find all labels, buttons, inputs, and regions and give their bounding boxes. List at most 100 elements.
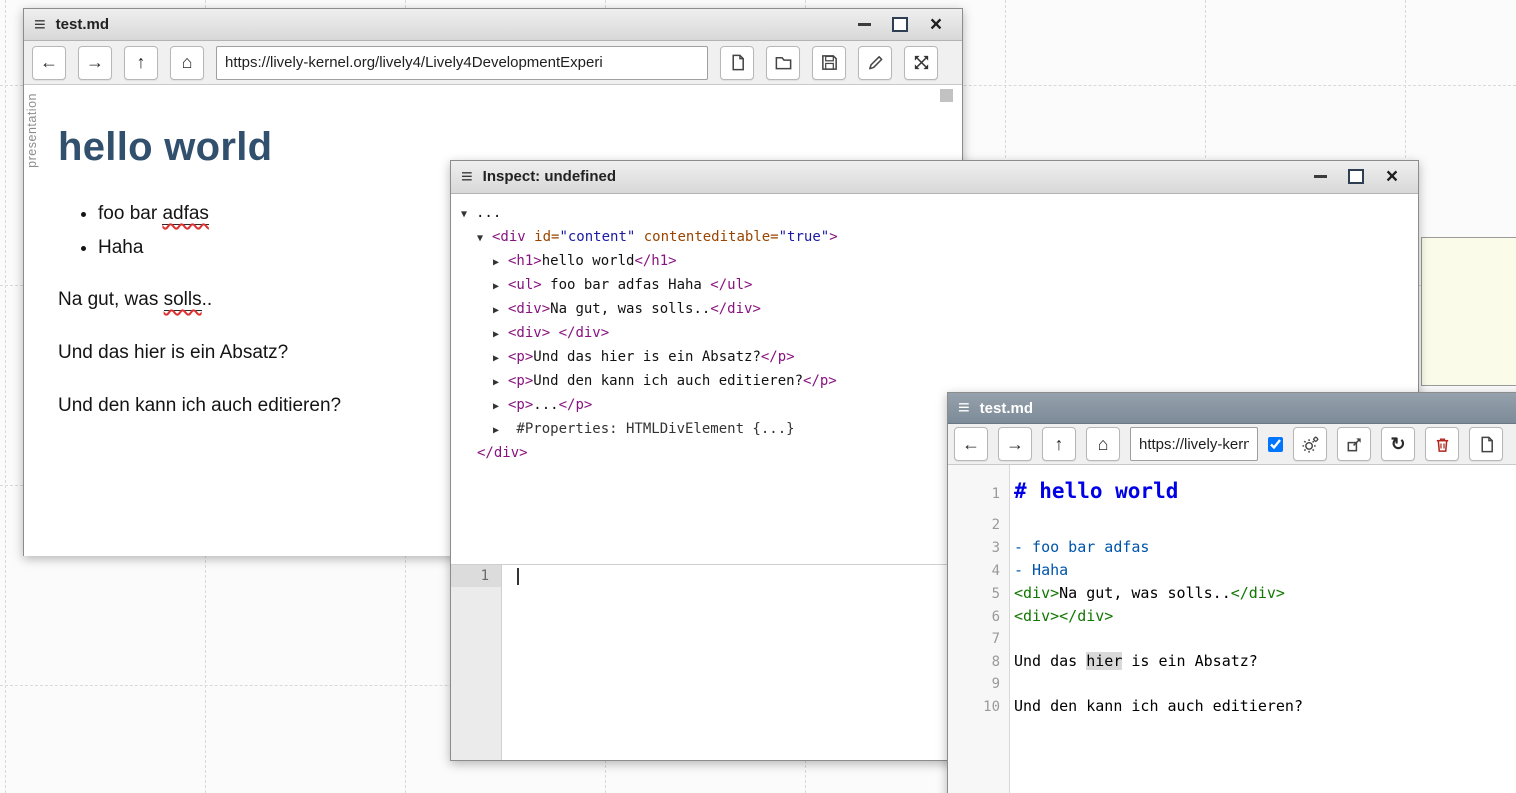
minimize-button[interactable] [1310, 167, 1330, 187]
delete-button[interactable] [1425, 427, 1459, 461]
editor-line[interactable]: 7 [948, 628, 1516, 650]
new-file-button[interactable] [720, 46, 754, 80]
code-token: <h1> [508, 253, 542, 269]
code-token: Na gut, was solls.. [550, 301, 710, 317]
scrollbar-stub[interactable] [940, 89, 953, 102]
code-token: <p> [508, 373, 533, 389]
maximize-button[interactable] [890, 15, 910, 35]
maximize-button[interactable] [1346, 167, 1366, 187]
line-number: 2 [948, 514, 1009, 536]
back-button[interactable]: ← [954, 427, 988, 461]
inspector-node[interactable]: ▶<h1>hello world</h1> [451, 250, 1418, 274]
editor-line[interactable]: 2 [948, 514, 1516, 536]
expand-arrow-icon[interactable]: ▶ [493, 324, 508, 346]
inspector-node[interactable]: ▶<p>Und den kann ich auch editieren?</p> [451, 370, 1418, 394]
expand-arrow-icon[interactable]: ▶ [493, 300, 508, 322]
settings-button[interactable] [1293, 427, 1327, 461]
expand-arrow-icon[interactable]: ▼ [477, 228, 492, 250]
expand-arrow-icon[interactable]: ▶ [493, 348, 508, 370]
navigation-toolbar: ← → ↑ ⌂ [24, 41, 962, 85]
new-file-icon [728, 53, 747, 72]
editor-gutter [451, 565, 502, 760]
text-segment: Und den kann ich auch editieren? [58, 395, 341, 416]
up-button[interactable]: ↑ [124, 46, 158, 80]
code-token: Und den kann ich auch editieren? [1014, 697, 1303, 715]
code-token: <div></div> [1014, 607, 1113, 625]
home-button[interactable]: ⌂ [170, 46, 204, 80]
code-token: <div> [508, 325, 550, 341]
editor-line[interactable]: 8Und das hier is ein Absatz? [948, 650, 1516, 673]
url-input[interactable] [216, 46, 708, 80]
expand-arrow-icon[interactable]: ▼ [461, 204, 476, 226]
background-partial-window[interactable] [1421, 237, 1516, 386]
up-button[interactable]: ↑ [1042, 427, 1076, 461]
menu-icon[interactable]: ≡ [34, 15, 46, 35]
editor-line[interactable]: 10Und den kann ich auch editieren? [948, 695, 1516, 718]
editor-line[interactable]: 1# hello world [948, 471, 1516, 514]
titlebar[interactable]: ≡ Inspect: undefined × [451, 161, 1418, 194]
expand-button[interactable] [904, 46, 938, 80]
code-token: <ul> [508, 277, 542, 293]
expand-arrow-icon[interactable]: ▶ [493, 252, 508, 274]
url-input[interactable] [1130, 427, 1258, 461]
trash-icon [1433, 435, 1452, 454]
folder-button[interactable] [766, 46, 800, 80]
edit-button[interactable] [858, 46, 892, 80]
source-editor[interactable]: 1# hello world23- foo bar adfas4- Haha5<… [948, 465, 1516, 793]
editor-line[interactable]: 9 [948, 673, 1516, 695]
maximize-icon [1348, 169, 1364, 184]
titlebar[interactable]: ≡ test.md × [24, 9, 962, 41]
refresh-button[interactable]: ↻ [1381, 427, 1415, 461]
titlebar[interactable]: ≡ test.md [948, 393, 1516, 424]
minimize-button[interactable] [854, 15, 874, 35]
inspector-node[interactable]: ▼... [451, 202, 1418, 226]
back-button[interactable]: ← [32, 46, 66, 80]
edit-pencil-icon [866, 53, 885, 72]
expand-arrow-icon[interactable]: ▶ [493, 396, 508, 418]
expand-icon [912, 53, 931, 72]
text-segment: Haha [98, 237, 143, 258]
expand-arrow-icon[interactable]: ▶ [493, 372, 508, 394]
home-button[interactable]: ⌂ [1086, 427, 1120, 461]
code-token [550, 325, 558, 341]
inspector-node[interactable]: ▶<ul> foo bar adfas Haha </ul> [451, 274, 1418, 298]
code-token: <p> [508, 397, 533, 413]
inspector-node[interactable]: ▶<div> </div> [451, 322, 1418, 346]
expand-arrow-icon[interactable]: ▶ [493, 420, 508, 442]
code-token: </div> [477, 445, 528, 461]
code-token: </h1> [634, 253, 676, 269]
editor-line[interactable]: 5<div>Na gut, was solls..</div> [948, 582, 1516, 605]
editor-line[interactable]: 4- Haha [948, 559, 1516, 582]
code-token: - foo bar adfas [1014, 538, 1149, 556]
forward-button[interactable]: → [998, 427, 1032, 461]
folder-icon [774, 53, 793, 72]
code-token: </ul> [710, 277, 752, 293]
line-number: 5 [948, 583, 1009, 605]
menu-icon[interactable]: ≡ [958, 398, 970, 418]
code-token: Und das [1014, 652, 1086, 670]
inspector-node[interactable]: ▶<div>Na gut, was solls..</div> [451, 298, 1418, 322]
menu-icon[interactable]: ≡ [461, 167, 473, 187]
save-button[interactable] [812, 46, 846, 80]
url-checkbox[interactable] [1268, 437, 1283, 452]
code-token: <div> [508, 301, 550, 317]
close-button[interactable]: × [926, 15, 946, 35]
editor-line[interactable]: 6<div></div> [948, 605, 1516, 628]
window-controls: × [854, 15, 952, 35]
code-token [635, 229, 643, 245]
line-number: 1 [948, 474, 1009, 514]
editor-line[interactable]: 3- foo bar adfas [948, 536, 1516, 559]
forward-button[interactable]: → [78, 46, 112, 80]
inspector-node[interactable]: ▼<div id="content" contenteditable="true… [451, 226, 1418, 250]
close-button[interactable]: × [1382, 167, 1402, 187]
maximize-icon [892, 17, 908, 32]
code-token: Und den kann ich auch editieren? [533, 373, 803, 389]
expand-arrow-icon[interactable]: ▶ [493, 276, 508, 298]
external-link-button[interactable] [1337, 427, 1371, 461]
new-file-button[interactable] [1469, 427, 1503, 461]
inspector-node[interactable]: ▶<p>Und das hier is ein Absatz?</p> [451, 346, 1418, 370]
source-editor-lines: 1# hello world23- foo bar adfas4- Haha5<… [948, 465, 1516, 718]
external-link-icon [1345, 435, 1364, 454]
code-token: #Properties: HTMLDivElement {...} [508, 421, 795, 437]
code-token: </p> [559, 397, 593, 413]
